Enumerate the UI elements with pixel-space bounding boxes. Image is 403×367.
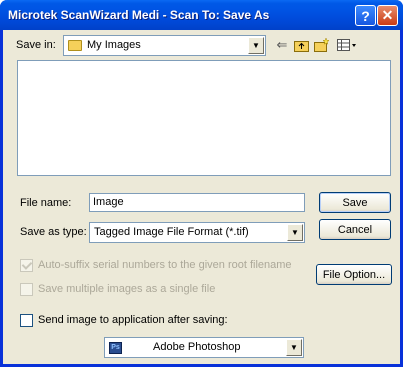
application-value: Adobe Photoshop bbox=[153, 341, 241, 353]
file-name-label: File name: bbox=[20, 197, 72, 209]
back-arrow-icon[interactable]: ⇐ bbox=[274, 37, 290, 53]
title-bar[interactable]: Microtek ScanWizard Medi - Scan To: Save… bbox=[0, 0, 403, 30]
photoshop-icon: Ps bbox=[109, 342, 122, 354]
file-name-input[interactable] bbox=[93, 196, 293, 208]
save-in-value: My Images bbox=[87, 39, 141, 51]
file-name-input-box[interactable] bbox=[89, 193, 305, 212]
auto-suffix-checkbox[interactable] bbox=[20, 259, 33, 272]
send-image-checkbox[interactable] bbox=[20, 314, 33, 327]
save-multiple-label: Save multiple images as a single file bbox=[38, 283, 216, 295]
send-image-label: Send image to application after saving: bbox=[38, 314, 228, 326]
save-as-type-label: Save as type: bbox=[20, 226, 87, 238]
save-multiple-checkbox[interactable] bbox=[20, 283, 33, 296]
help-icon: ? bbox=[361, 7, 370, 24]
application-dropdown[interactable]: Ps Adobe Photoshop ▼ bbox=[104, 337, 304, 358]
save-in-dropdown[interactable]: My Images ▼ bbox=[63, 35, 266, 56]
chevron-down-icon: ▼ bbox=[286, 339, 302, 356]
help-button[interactable]: ? bbox=[355, 5, 376, 26]
file-option-button[interactable]: File Option... bbox=[316, 264, 392, 285]
close-icon: ✕ bbox=[381, 7, 394, 23]
save-button[interactable]: Save bbox=[319, 192, 391, 213]
cancel-button-label: Cancel bbox=[337, 223, 373, 236]
chevron-down-icon: ▼ bbox=[287, 224, 303, 241]
new-folder-icon[interactable] bbox=[314, 37, 330, 53]
up-folder-icon[interactable] bbox=[293, 37, 309, 53]
folder-icon bbox=[68, 40, 82, 51]
save-button-label: Save bbox=[342, 196, 368, 209]
close-button[interactable]: ✕ bbox=[377, 5, 398, 26]
view-menu-icon[interactable] bbox=[336, 37, 358, 53]
window-title: Microtek ScanWizard Medi - Scan To: Save… bbox=[8, 8, 270, 22]
save-as-type-dropdown[interactable]: Tagged Image File Format (*.tif) ▼ bbox=[89, 222, 305, 243]
auto-suffix-label: Auto-suffix serial numbers to the given … bbox=[38, 259, 292, 271]
chevron-down-icon: ▼ bbox=[248, 37, 264, 54]
save-as-type-value: Tagged Image File Format (*.tif) bbox=[94, 226, 249, 238]
file-list[interactable] bbox=[17, 60, 391, 176]
cancel-button[interactable]: Cancel bbox=[319, 219, 391, 240]
file-option-button-label: File Option... bbox=[322, 268, 386, 281]
save-in-label: Save in: bbox=[16, 39, 56, 51]
save-as-dialog: Microtek ScanWizard Medi - Scan To: Save… bbox=[0, 0, 403, 367]
